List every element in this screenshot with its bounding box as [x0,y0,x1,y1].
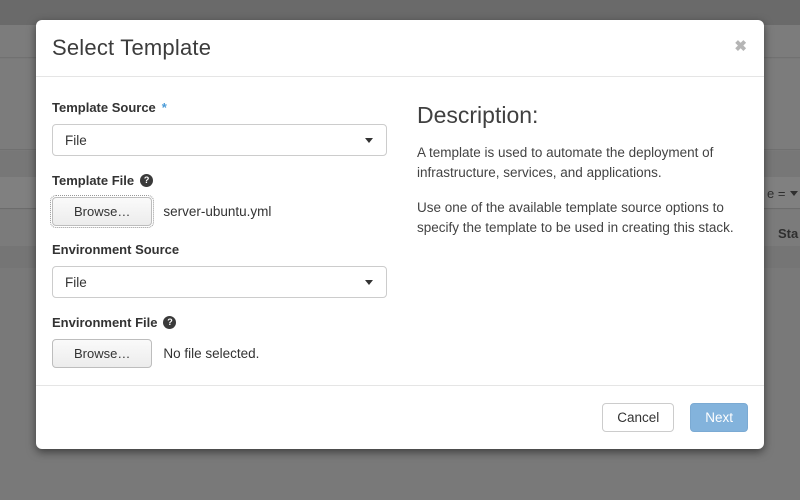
modal-body: Template Source * File Template File ? B… [36,77,764,386]
caret-down-icon [365,138,373,143]
template-file-name: server-ubuntu.yml [163,204,271,219]
cancel-button[interactable]: Cancel [602,403,674,432]
select-template-modal: Select Template ✖ Template Source * File… [36,20,764,449]
description-paragraph: Use one of the available template source… [417,198,737,239]
background-filter-fragment: e = [767,186,798,201]
caret-down-icon [790,191,798,196]
filter-fragment-text: e = [767,186,785,201]
template-file-browse-button[interactable]: Browse… [52,197,152,226]
template-source-select[interactable]: File [52,124,387,156]
environment-source-label: Environment Source [52,242,387,257]
modal-footer: Cancel Next [36,386,764,449]
environment-file-browse-button[interactable]: Browse… [52,339,152,368]
required-asterisk: * [162,100,167,115]
template-file-label: Template File ? [52,173,387,188]
close-icon[interactable]: ✖ [732,35,749,58]
template-source-value: File [65,133,87,148]
description-heading: Description: [417,102,737,129]
environment-file-label: Environment File ? [52,315,387,330]
description-paragraph: A template is used to automate the deplo… [417,143,737,184]
help-icon: ? [140,174,153,187]
environment-file-row: Browse… No file selected. [52,339,387,368]
next-button[interactable]: Next [690,403,748,432]
template-source-label: Template Source * [52,100,387,115]
form-column: Template Source * File Template File ? B… [52,100,387,385]
template-source-label-text: Template Source [52,100,156,115]
modal-header: Select Template ✖ [36,20,764,77]
help-icon: ? [163,316,176,329]
environment-source-value: File [65,275,87,290]
template-file-row: Browse… server-ubuntu.yml [52,197,387,226]
caret-down-icon [365,280,373,285]
template-file-label-text: Template File [52,173,134,188]
background-table-header-fragment: Sta [778,226,798,241]
modal-title: Select Template [52,35,211,61]
description-column: Description: A template is used to autom… [417,100,737,385]
environment-source-select[interactable]: File [52,266,387,298]
environment-file-name: No file selected. [163,346,259,361]
environment-file-label-text: Environment File [52,315,157,330]
